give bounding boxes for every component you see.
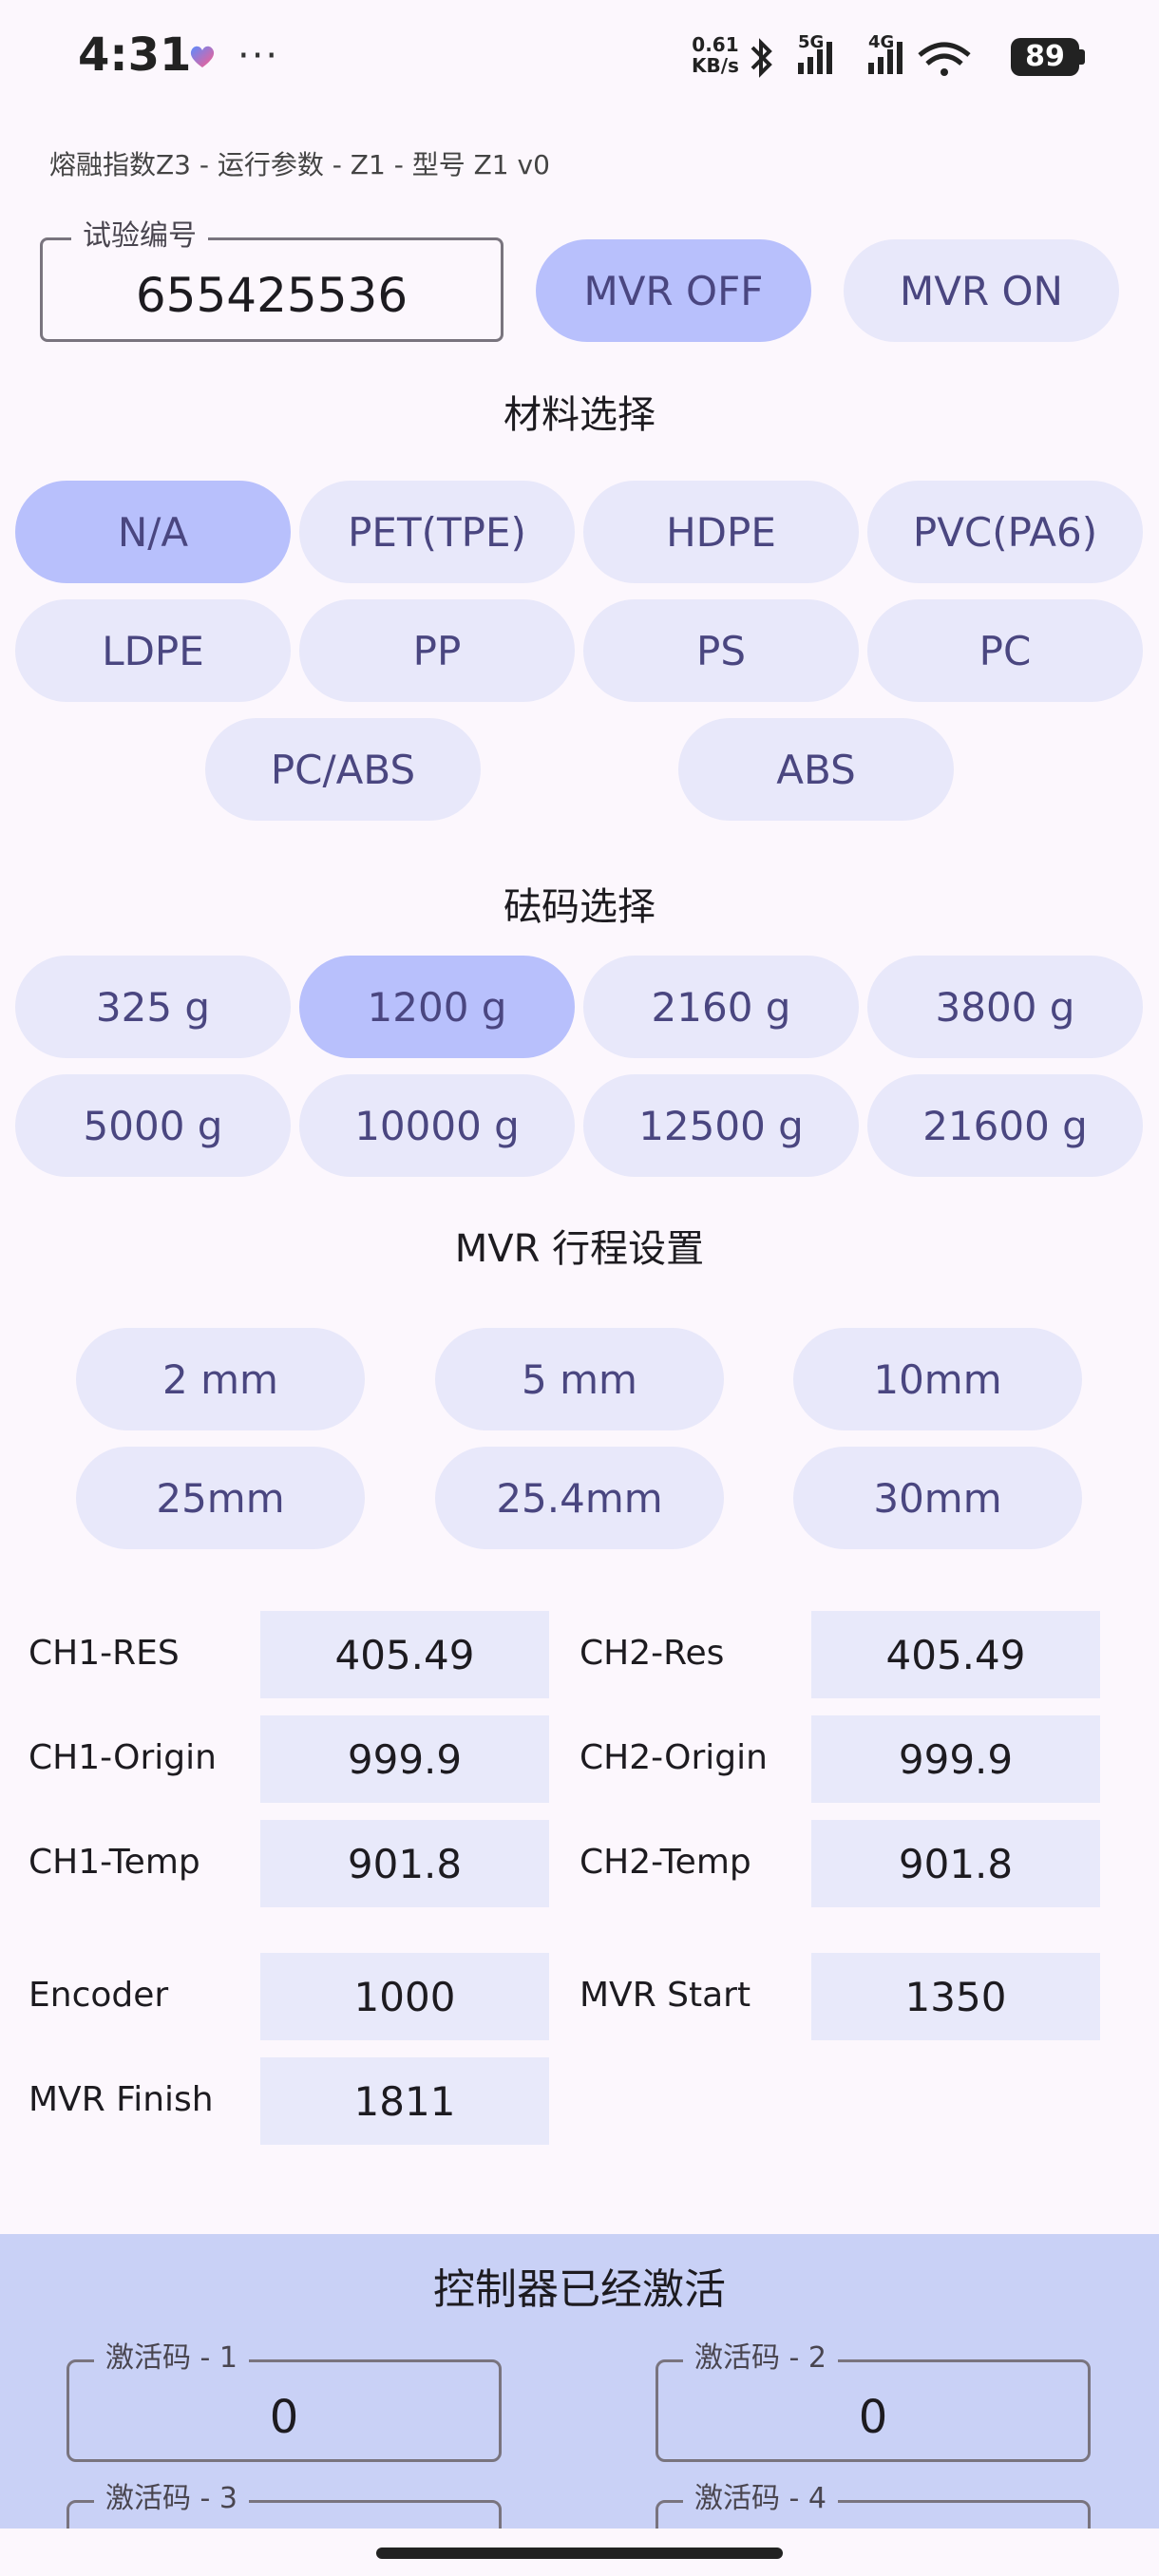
- ch1-origin-value: 999.9: [260, 1715, 549, 1803]
- weight-option-12500[interactable]: 12500 g: [583, 1074, 859, 1177]
- activation-panel: 控制器已经激活 激活码 - 1 0 激活码 - 2 0 激活码 - 3 激活码 …: [0, 2234, 1159, 2529]
- activation-code-3-field[interactable]: 激活码 - 3: [66, 2482, 502, 2529]
- wifi-icon: [918, 42, 971, 76]
- material-option-pp[interactable]: PP: [299, 599, 575, 702]
- material-option-pet[interactable]: PET(TPE): [299, 481, 575, 583]
- activation-code-3-value[interactable]: [69, 2503, 499, 2529]
- mvr-start-value: 1350: [811, 1953, 1100, 2040]
- material-option-pc-abs[interactable]: PC/ABS: [205, 718, 481, 821]
- status-bar: 4:31 ··· 0.61 KB/s 5G 4G 89: [0, 0, 1159, 119]
- weight-section-title: 砝码选择: [504, 885, 656, 929]
- material-option-hdpe[interactable]: HDPE: [583, 481, 859, 583]
- test-number-field[interactable]: 试验编号 655425536: [40, 219, 504, 342]
- activation-code-4-field[interactable]: 激活码 - 4: [656, 2482, 1091, 2529]
- status-icons: 5G 4G: [750, 34, 971, 78]
- network-speed: 0.61 KB/s: [692, 34, 739, 76]
- activation-title: 控制器已经激活: [433, 2265, 726, 2314]
- encoder-label: Encoder: [28, 1976, 169, 2015]
- app-title: 熔融指数Z3 - 运行参数 - Z1 - 型号 Z1 v0: [49, 149, 550, 180]
- ch1-temp-value: 901.8: [260, 1820, 549, 1907]
- stroke-option-5mm[interactable]: 5 mm: [435, 1328, 724, 1430]
- ch1-temp-label: CH1-Temp: [28, 1843, 200, 1882]
- status-time: 4:31: [78, 28, 192, 82]
- heart-icon: [190, 46, 215, 67]
- ch1-res-value: 405.49: [260, 1611, 549, 1698]
- stroke-section-title: MVR 行程设置: [454, 1227, 705, 1271]
- material-section-title: 材料选择: [504, 393, 656, 437]
- stroke-option-25mm[interactable]: 25mm: [76, 1447, 365, 1549]
- stroke-option-2mm[interactable]: 2 mm: [76, 1328, 365, 1430]
- mvr-start-label: MVR Start: [580, 1976, 751, 2015]
- material-option-ldpe[interactable]: LDPE: [15, 599, 291, 702]
- material-option-na[interactable]: N/A: [15, 481, 291, 583]
- weight-option-5000[interactable]: 5000 g: [15, 1074, 291, 1177]
- activation-code-2-field[interactable]: 激活码 - 2 0: [656, 2341, 1091, 2462]
- bluetooth-icon: [750, 38, 772, 78]
- weight-option-3800[interactable]: 3800 g: [867, 956, 1143, 1058]
- material-option-ps[interactable]: PS: [583, 599, 859, 702]
- ch2-res-label: CH2-Res: [580, 1634, 725, 1673]
- ch1-origin-label: CH1-Origin: [28, 1738, 217, 1777]
- home-gesture-handle[interactable]: [376, 2548, 783, 2559]
- material-option-abs[interactable]: ABS: [678, 718, 954, 821]
- battery-tip: [1079, 49, 1085, 65]
- material-option-pc[interactable]: PC: [867, 599, 1143, 702]
- network-speed-unit: KB/s: [692, 54, 739, 77]
- activation-code-2-value[interactable]: 0: [658, 2362, 1088, 2459]
- activation-code-4-value[interactable]: [658, 2503, 1088, 2529]
- weight-option-21600[interactable]: 21600 g: [867, 1074, 1143, 1177]
- activation-code-1-value[interactable]: 0: [69, 2362, 499, 2459]
- mvr-finish-value: 1811: [260, 2057, 549, 2145]
- weight-option-1200[interactable]: 1200 g: [299, 956, 575, 1058]
- activation-code-1-field[interactable]: 激活码 - 1 0: [66, 2341, 502, 2462]
- material-option-pvc[interactable]: PVC(PA6): [867, 481, 1143, 583]
- weight-option-10000[interactable]: 10000 g: [299, 1074, 575, 1177]
- weight-option-2160[interactable]: 2160 g: [583, 956, 859, 1058]
- navigation-bar: [0, 2529, 1159, 2576]
- ch2-origin-value: 999.9: [811, 1715, 1100, 1803]
- mvr-on-button[interactable]: MVR ON: [844, 239, 1119, 342]
- ch2-temp-value: 901.8: [811, 1820, 1100, 1907]
- mvr-off-button[interactable]: MVR OFF: [536, 239, 811, 342]
- stroke-option-10mm[interactable]: 10mm: [793, 1328, 1082, 1430]
- ch2-temp-label: CH2-Temp: [580, 1843, 751, 1882]
- more-notifications-icon: ···: [238, 34, 280, 78]
- weight-option-325[interactable]: 325 g: [15, 956, 291, 1058]
- network-speed-value: 0.61: [692, 33, 739, 56]
- ch1-res-label: CH1-RES: [28, 1634, 180, 1673]
- mvr-finish-label: MVR Finish: [28, 2080, 214, 2119]
- stroke-option-30mm[interactable]: 30mm: [793, 1447, 1082, 1549]
- encoder-value: 1000: [260, 1953, 549, 2040]
- stroke-option-25-4mm[interactable]: 25.4mm: [435, 1447, 724, 1549]
- battery-icon: 89: [1011, 38, 1079, 76]
- test-number-value[interactable]: 655425536: [43, 240, 501, 339]
- ch2-origin-label: CH2-Origin: [580, 1738, 768, 1777]
- ch2-res-value: 405.49: [811, 1611, 1100, 1698]
